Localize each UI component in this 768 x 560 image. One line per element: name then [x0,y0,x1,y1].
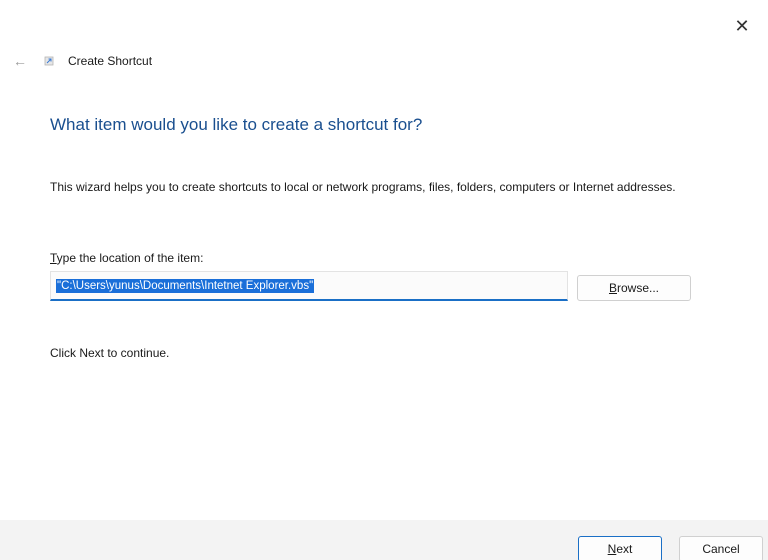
next-button[interactable]: Next [578,536,662,560]
location-label-text: ype the location of the item: [56,251,204,265]
next-label: ext [616,542,633,556]
browse-mnemonic: B [608,281,617,295]
title-bar: ← Create Shortcut [10,50,152,72]
back-button[interactable]: ← [10,51,30,71]
window-title: Create Shortcut [68,54,153,68]
browse-button[interactable]: Browse... [577,275,691,301]
wizard-description: This wizard helps you to create shortcut… [50,180,676,194]
arrow-left-icon: ← [13,53,27,69]
location-label-mnemonic: T [50,251,57,265]
shortcut-icon [42,54,56,68]
next-mnemonic: N [607,542,617,556]
location-label: Type the location of the item: [50,251,203,265]
location-input[interactable]: "C:\Users\yunus\Documents\Intetnet Explo… [50,271,568,301]
continue-hint: Click Next to continue. [50,346,170,360]
page-heading: What item would you like to create a sho… [50,115,423,134]
browse-label: rowse... [617,281,660,295]
location-input-value: "C:\Users\yunus\Documents\Intetnet Explo… [56,278,315,293]
create-shortcut-dialog: ✕ ← Create Shortcut What item would you … [0,0,768,560]
cancel-button[interactable]: Cancel [679,536,763,560]
close-button[interactable]: ✕ [730,14,754,38]
close-icon: ✕ [734,16,750,36]
cancel-label: Cancel [702,542,740,556]
